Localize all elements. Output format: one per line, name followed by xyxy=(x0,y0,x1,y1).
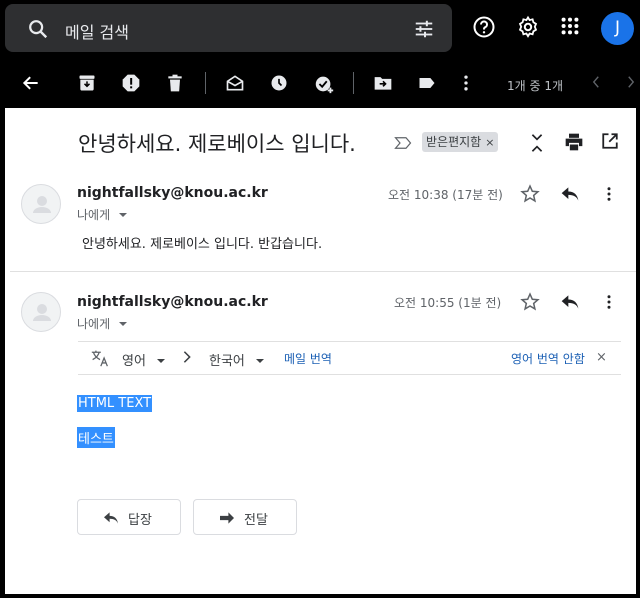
more-options-icon[interactable] xyxy=(603,293,615,315)
source-language-select[interactable]: 영어 xyxy=(122,350,166,369)
star-icon[interactable] xyxy=(520,184,540,208)
open-new-window-icon[interactable] xyxy=(601,132,619,154)
delete-trash-icon[interactable] xyxy=(165,73,185,97)
body-line: HTML TEXT xyxy=(77,395,153,412)
message-divider xyxy=(10,271,636,272)
email-subject: 안녕하세요. 제로베이스 입니다. xyxy=(78,132,356,156)
label-name: 받은편지함 xyxy=(426,135,482,149)
archive-icon[interactable] xyxy=(77,73,97,97)
email-view: 안녕하세요. 제로베이스 입니다. 받은편지함 × nightfallsky@kn… xyxy=(5,108,636,594)
search-options-icon[interactable] xyxy=(413,18,435,44)
toolbar-divider xyxy=(353,72,354,94)
more-options-icon[interactable] xyxy=(603,185,615,207)
settings-gear-icon[interactable] xyxy=(516,15,540,43)
source-language: 영어 xyxy=(122,354,146,369)
target-language-select[interactable]: 한국어 xyxy=(209,350,265,369)
recipient-label: 나에게 xyxy=(77,208,111,222)
body-line: 테스트 xyxy=(77,427,115,448)
forward-arrow-icon xyxy=(218,510,236,529)
translate-message-link[interactable]: 메일 번역 xyxy=(284,350,332,367)
older-chevron-icon[interactable] xyxy=(624,73,638,95)
translate-icon xyxy=(90,349,110,371)
reply-arrow-icon xyxy=(102,510,120,529)
importance-marker-icon[interactable] xyxy=(394,135,412,154)
sender-email: nightfallsky@knou.ac.kr xyxy=(77,294,268,310)
message-body: 안녕하세요. 제로베이스 입니다. 반갑습니다. xyxy=(82,237,323,252)
search-bar[interactable]: 메일 검색 xyxy=(5,4,452,52)
message-time: 오전 10:55 (1분 전) xyxy=(394,296,502,310)
recipient-dropdown[interactable]: 나에게 xyxy=(77,315,128,332)
star-icon[interactable] xyxy=(520,292,540,316)
message-count: 1개 중 1개 xyxy=(507,79,564,93)
reply-label: 답장 xyxy=(128,513,152,528)
add-to-tasks-icon[interactable] xyxy=(313,73,335,99)
forward-button[interactable]: 전달 xyxy=(193,499,297,535)
reply-icon[interactable] xyxy=(560,293,580,315)
toolbar-divider xyxy=(205,72,206,94)
inbox-label-chip: 받은편지함 × xyxy=(422,132,499,152)
expand-all-icon[interactable] xyxy=(530,132,544,158)
snooze-clock-icon[interactable] xyxy=(269,73,289,97)
message-time: 오전 10:38 (17분 전) xyxy=(388,188,503,202)
forward-label: 전달 xyxy=(244,513,268,528)
sender-email: nightfallsky@knou.ac.kr xyxy=(77,185,268,201)
target-language: 한국어 xyxy=(209,354,245,369)
search-input[interactable]: 메일 검색 xyxy=(65,19,129,43)
move-to-folder-icon[interactable] xyxy=(373,73,393,97)
help-icon[interactable] xyxy=(472,15,496,43)
close-translate-icon[interactable]: × xyxy=(596,350,607,365)
apps-grid-icon[interactable] xyxy=(559,15,581,41)
more-vert-icon[interactable] xyxy=(458,73,474,97)
mark-unread-icon[interactable] xyxy=(225,73,245,97)
reply-icon[interactable] xyxy=(560,185,580,207)
back-arrow-icon[interactable] xyxy=(21,73,41,97)
recipient-label: 나에게 xyxy=(77,317,111,331)
account-avatar[interactable]: J xyxy=(601,12,634,45)
remove-label-icon[interactable]: × xyxy=(485,136,494,149)
never-translate-link[interactable]: 영어 번역 안함 xyxy=(511,350,585,367)
message-toolbar: 1개 중 1개 xyxy=(0,58,640,108)
arrow-right-icon xyxy=(182,350,192,368)
recipient-dropdown[interactable]: 나에게 xyxy=(77,206,128,223)
sender-avatar xyxy=(21,184,61,224)
translate-bar: 영어 한국어 메일 번역 영어 번역 안함 × xyxy=(78,341,621,375)
print-icon[interactable] xyxy=(564,132,584,156)
newer-chevron-icon[interactable] xyxy=(589,73,603,95)
report-spam-icon[interactable] xyxy=(121,73,141,97)
sender-avatar xyxy=(21,292,61,332)
reply-button[interactable]: 답장 xyxy=(77,499,181,535)
label-tag-icon[interactable] xyxy=(417,73,437,97)
top-bar: 메일 검색 J xyxy=(0,0,640,58)
search-icon[interactable] xyxy=(27,18,49,44)
